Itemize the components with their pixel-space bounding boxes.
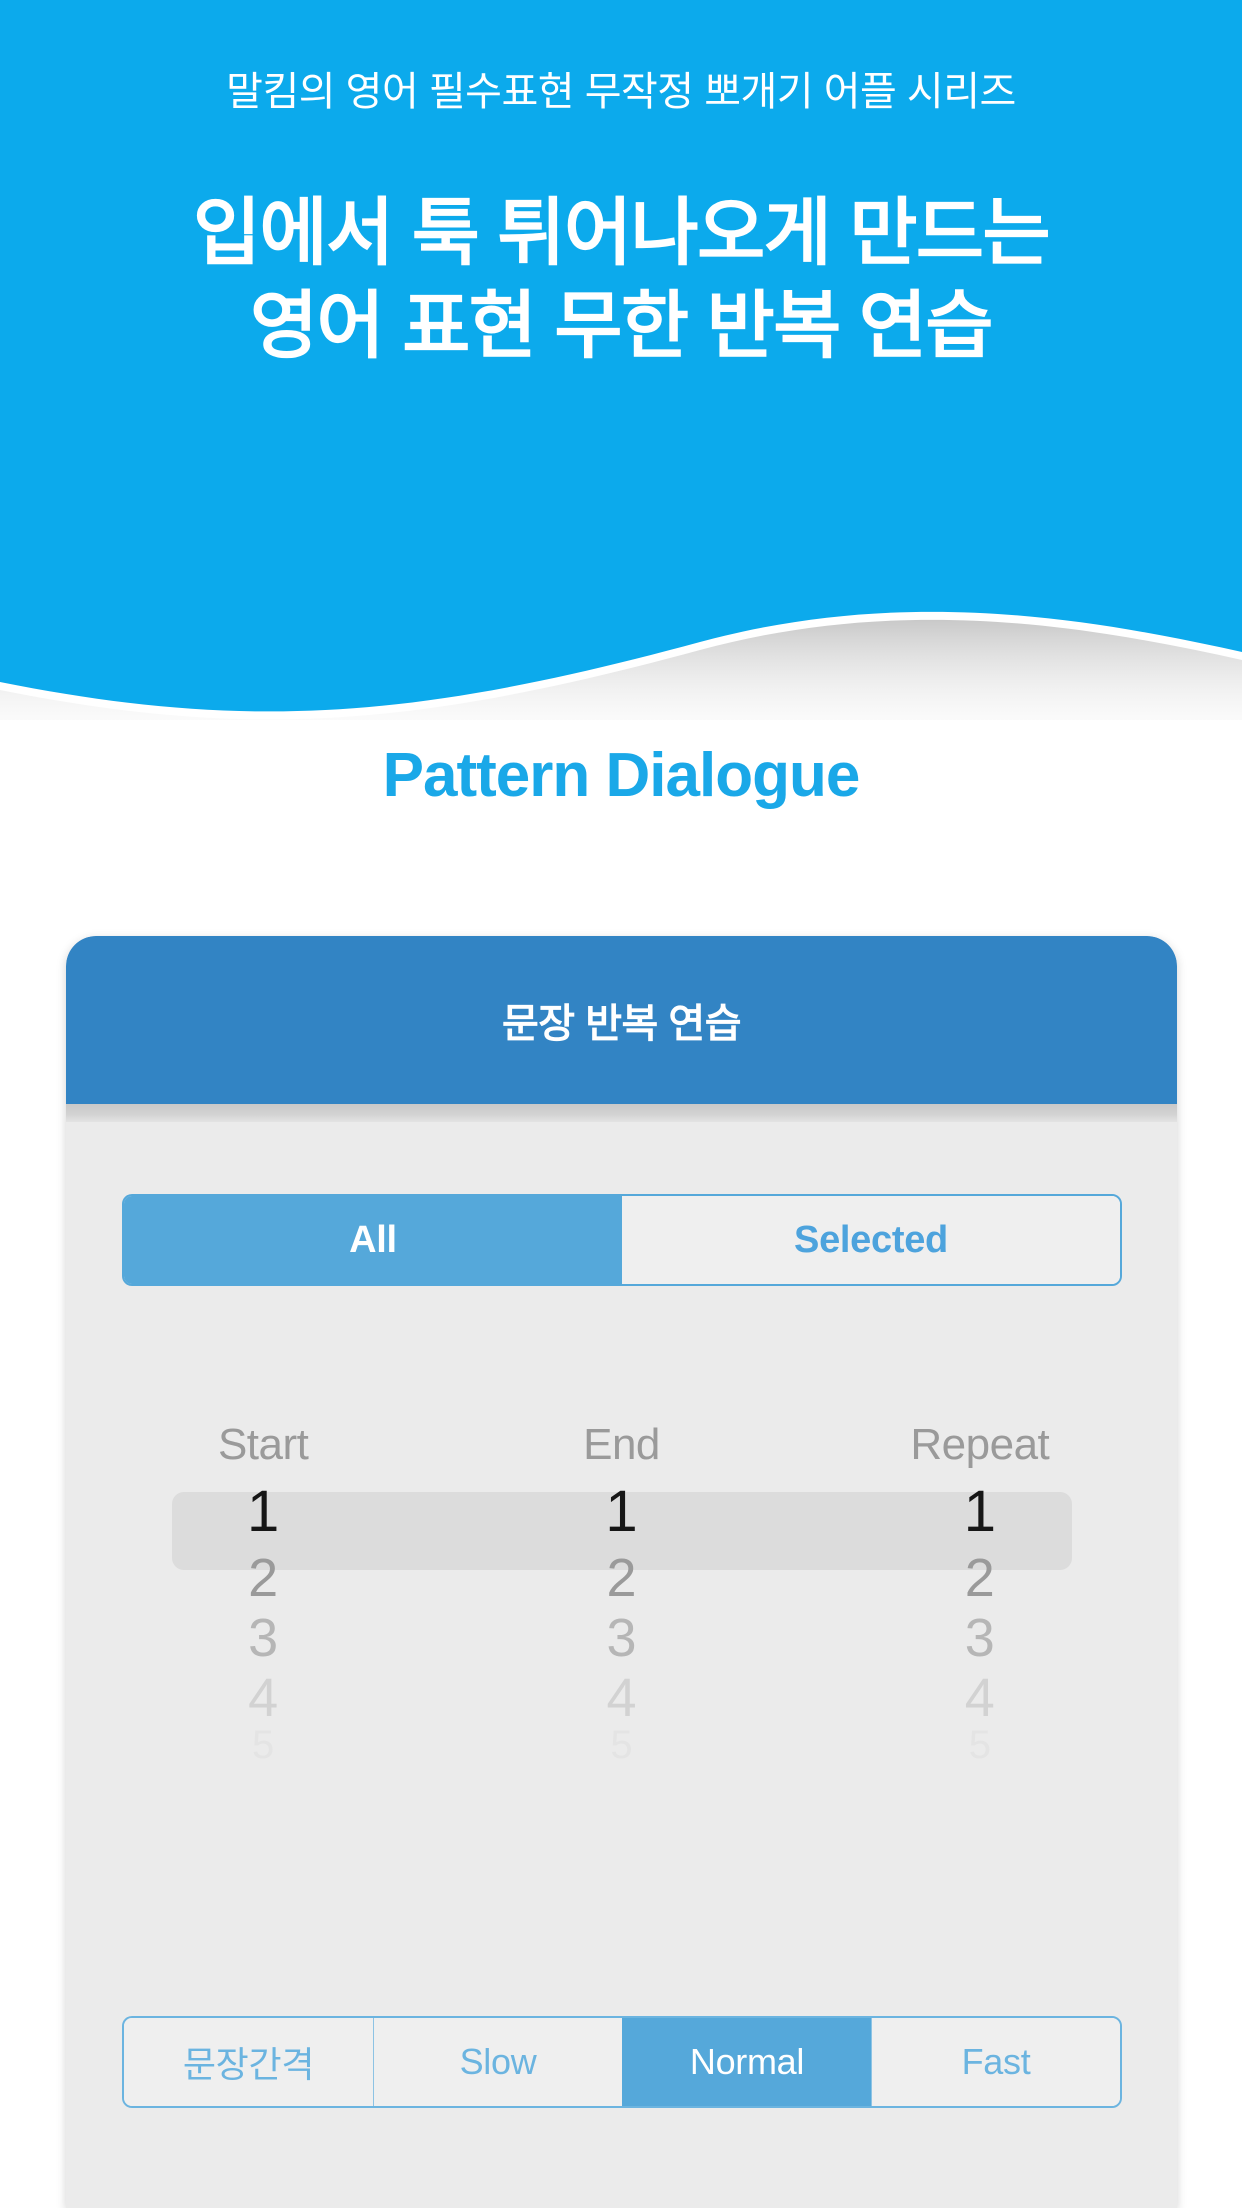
hero-kicker: 말킴의 영어 필수표현 무작정 뽀개기 어플 시리즈 — [226, 70, 1016, 114]
picker-option[interactable]: 5 — [969, 1725, 991, 1765]
app-preview-card: 문장 반복 연습 All Selected Start End Repeat 1… — [66, 936, 1177, 2208]
picker-option[interactable]: 4 — [248, 1668, 278, 1728]
picker-column-end[interactable]: 1 2 3 4 5 — [442, 1482, 800, 1766]
speed-segment-slow[interactable]: Slow — [373, 2018, 622, 2106]
picker-option[interactable]: 2 — [965, 1548, 995, 1608]
scope-segment-selected[interactable]: Selected — [622, 1196, 1120, 1284]
picker-column-start[interactable]: 1 2 3 4 5 — [84, 1482, 442, 1766]
picker-columns[interactable]: 1 2 3 4 5 1 2 3 4 5 1 2 3 4 5 — [84, 1482, 1159, 1766]
speed-segmented-control[interactable]: 문장간격 Slow Normal Fast — [122, 2016, 1122, 2108]
picker-label-start: Start — [217, 1420, 309, 1469]
speed-segment-sentence-gap[interactable]: 문장간격 — [124, 2018, 373, 2106]
speed-segment-normal[interactable]: Normal — [622, 2018, 871, 2106]
card-header: 문장 반복 연습 — [66, 936, 1177, 1104]
scope-segmented-control[interactable]: All Selected — [122, 1194, 1122, 1286]
picker-labels-row: Start End Repeat — [84, 1420, 1159, 1470]
picker-option[interactable]: 1 — [964, 1482, 996, 1542]
scope-segment-all[interactable]: All — [124, 1196, 622, 1284]
picker-option[interactable]: 3 — [248, 1608, 278, 1668]
picker-option[interactable]: 3 — [606, 1608, 636, 1668]
picker-column-repeat[interactable]: 1 2 3 4 5 — [801, 1482, 1159, 1766]
hero-title-line-2: 영어 표현 무한 반복 연습 — [249, 284, 994, 368]
card-body: All Selected Start End Repeat 1 2 3 4 5 … — [66, 1122, 1177, 2208]
hero-title-line-1: 입에서 툭 튀어나오게 만드는 — [192, 191, 1051, 274]
card-header-divider — [66, 1104, 1177, 1122]
speed-segment-fast[interactable]: Fast — [871, 2018, 1120, 2106]
picker-option[interactable]: 1 — [247, 1482, 279, 1542]
picker-option[interactable]: 3 — [965, 1608, 995, 1668]
picker-option[interactable]: 5 — [252, 1725, 274, 1765]
picker-option[interactable]: 1 — [605, 1482, 637, 1542]
picker-option[interactable]: 5 — [610, 1725, 632, 1765]
hero-title: 입에서 툭 튀어나오게 만드는 영어 표현 무한 반복 연습 — [192, 186, 1051, 372]
picker-option[interactable]: 2 — [606, 1548, 636, 1608]
range-picker-group[interactable]: Start End Repeat 1 2 3 4 5 1 2 3 4 5 1 2… — [84, 1420, 1159, 1840]
card-header-title: 문장 반복 연습 — [501, 1002, 742, 1046]
hero-banner: 말킴의 영어 필수표현 무작정 뽀개기 어플 시리즈 입에서 툭 튀어나오게 만… — [0, 0, 1242, 720]
picker-option[interactable]: 4 — [965, 1668, 995, 1728]
app-screenshot: 말킴의 영어 필수표현 무작정 뽀개기 어플 시리즈 입에서 툭 튀어나오게 만… — [0, 0, 1242, 2208]
picker-label-end: End — [583, 1420, 660, 1469]
picker-label-repeat: Repeat — [910, 1420, 1050, 1469]
picker-option[interactable]: 4 — [606, 1668, 636, 1728]
picker-option[interactable]: 2 — [248, 1548, 278, 1608]
page-title: Pattern Dialogue — [382, 741, 861, 810]
